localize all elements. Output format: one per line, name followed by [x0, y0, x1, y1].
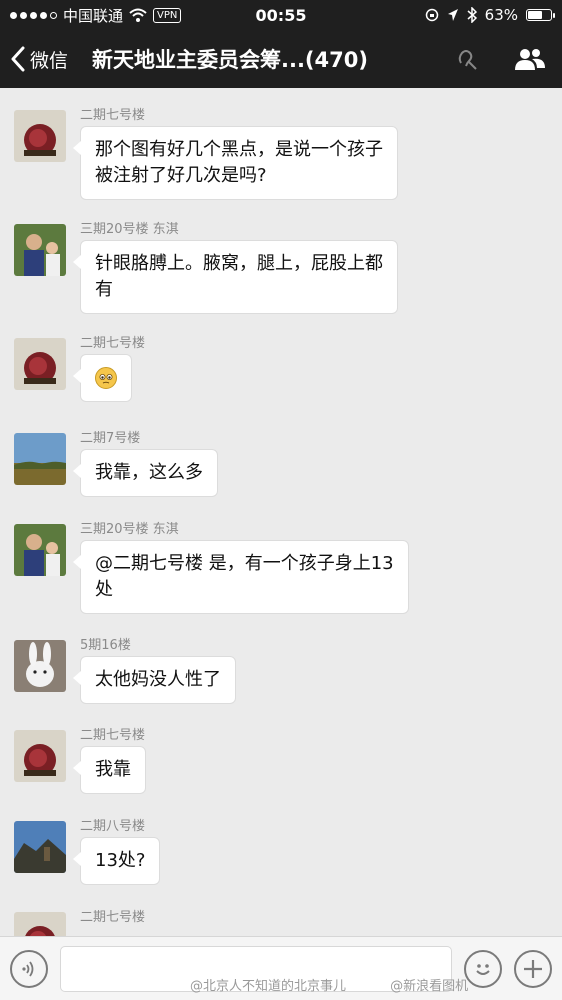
battery-icon — [526, 9, 555, 21]
more-button[interactable] — [514, 949, 552, 988]
status-left: 中国联通 VPN — [10, 5, 210, 26]
message-bubble[interactable]: 那个图有好几个黑点，是说一个孩子 被注射了好几次是吗? — [73, 126, 398, 200]
location-icon — [447, 9, 458, 21]
sender-name: 二期七号楼 — [80, 336, 146, 351]
avatar[interactable] — [14, 640, 66, 692]
message-line: 太他妈没人性了 — [95, 669, 221, 690]
avatar[interactable] — [14, 730, 66, 782]
voice-icon — [22, 960, 34, 977]
chat-title: 新天地业主委员会筹...(470) — [92, 48, 368, 72]
emoji-icon — [476, 963, 490, 975]
message-line: @二期七号楼 是，有一个孩子身上13 — [95, 553, 394, 574]
status-bar: 中国联通 VPN 00:55 63% — [0, 0, 562, 30]
message-line: 13处? — [95, 850, 146, 871]
signal-icon — [10, 11, 57, 19]
sender-name: 二期七号楼 — [80, 910, 146, 925]
sender-name: 三期20号楼 东淇 — [80, 222, 179, 237]
avatar[interactable] — [14, 524, 66, 576]
mute-icon — [458, 50, 477, 70]
plus-icon — [524, 959, 542, 978]
carrier-label: 中国联通 — [63, 6, 124, 25]
voice-button[interactable] — [10, 949, 48, 988]
sender-name: 三期20号楼 东淇 — [80, 522, 179, 537]
watermark: @北京人不知道的北京事儿 @新浪看图机 — [190, 975, 468, 994]
sender-name: 二期八号楼 — [80, 819, 146, 834]
avatar[interactable] — [14, 338, 66, 390]
message-line: 有 — [95, 279, 113, 300]
sender-name: 二期7号楼 — [80, 431, 141, 446]
message-line: 被注射了好几次是吗? — [95, 165, 267, 186]
nav-bar: 微信 新天地业主委员会筹...(470) — [0, 30, 562, 88]
message-bubble[interactable]: 太他妈没人性了 — [73, 656, 236, 704]
sender-name: 5期16楼 — [80, 638, 131, 653]
message-bubble[interactable]: 我靠 — [73, 746, 146, 794]
back-button[interactable]: 微信 — [0, 46, 92, 73]
chat-messages[interactable]: 二期七号楼 那个图有好几个黑点，是说一个孩子 被注射了好几次是吗? 三期20号楼… — [0, 88, 562, 936]
message-bubble[interactable]: 我靠，这么多 — [73, 449, 218, 497]
message-line: 我靠，这么多 — [95, 462, 203, 483]
group-members-icon[interactable] — [514, 47, 546, 71]
avatar[interactable] — [14, 912, 66, 936]
lock-rotation-icon — [425, 8, 438, 22]
emoji-button[interactable] — [464, 949, 502, 988]
avatar[interactable] — [14, 110, 66, 162]
sender-name: 二期七号楼 — [80, 108, 146, 123]
watermark-text: @北京人不知道的北京事儿 — [190, 979, 347, 994]
chevron-left-icon — [11, 46, 25, 72]
message-bubble[interactable]: @二期七号楼 是，有一个孩子身上13 处 — [73, 540, 409, 614]
sender-name: 二期七号楼 — [80, 728, 146, 743]
watermark-text-right: @新浪看图机 — [390, 979, 469, 994]
message-bubble[interactable] — [73, 354, 132, 402]
worried-face-emoji — [95, 367, 117, 389]
battery-percent: 63% — [484, 6, 518, 24]
message-line: 我靠 — [95, 759, 131, 780]
wifi-icon — [129, 8, 147, 22]
back-label: 微信 — [30, 49, 69, 72]
status-time: 00:55 — [255, 5, 307, 25]
status-right: 63% — [352, 6, 555, 24]
message-line: 那个图有好几个黑点，是说一个孩子 — [95, 139, 383, 160]
avatar[interactable] — [14, 433, 66, 485]
vpn-badge: VPN — [153, 7, 182, 23]
avatar[interactable] — [14, 224, 66, 276]
avatar[interactable] — [14, 821, 66, 873]
bluetooth-icon — [467, 7, 477, 23]
message-bubble[interactable]: 13处? — [72, 837, 161, 885]
message-bubble[interactable]: 针眼胳膊上。腋窝，腿上，屁股上都 有 — [73, 240, 398, 314]
message-line: 处 — [95, 579, 113, 600]
message-line: 针眼胳膊上。腋窝，腿上，屁股上都 — [95, 253, 383, 274]
